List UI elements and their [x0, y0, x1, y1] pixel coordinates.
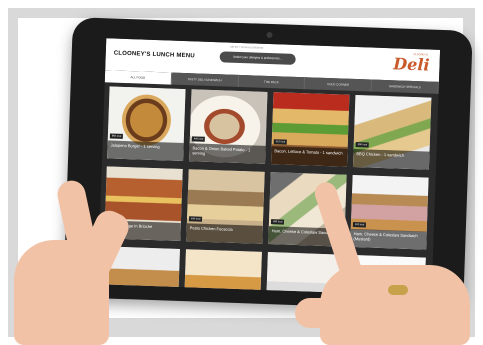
app-title: CLOONEY'S LUNCH MENU	[113, 50, 195, 60]
logo-script-text: Deli	[393, 54, 430, 75]
calorie-badge: 640 kcal	[188, 216, 203, 222]
front-camera	[266, 31, 273, 39]
right-hand	[290, 179, 483, 345]
food-photo	[183, 249, 262, 296]
allergen-caption: SELECT YOUR ALLERGENS	[230, 45, 264, 50]
item-caption: Bacon, Lettuce & Tomato - 1 sandwich	[270, 146, 348, 167]
item-caption: Jalapeno Burger - 1 serving	[107, 140, 184, 162]
tab-0[interactable]: ALL FOOD	[104, 70, 172, 85]
menu-item[interactable]: 390 kcal BBQ Chicken - 1 sandwich	[352, 95, 432, 170]
menu-item[interactable]	[183, 249, 262, 296]
menu-item[interactable]: 460 kcal Bacon & Onion Baked Potato - 1 s…	[189, 89, 268, 164]
menu-item[interactable]: 510 kcal Bacon, Lettuce & Tomato - 1 sand…	[270, 92, 350, 167]
calorie-badge: 510 kcal	[273, 139, 288, 145]
item-caption: BBQ Chicken - 1 sandwich	[352, 148, 430, 170]
calorie-badge: 850 kcal	[109, 133, 124, 139]
menu-item[interactable]: 850 kcal Jalapeno Burger - 1 serving	[107, 86, 186, 162]
tab-3[interactable]: COLD CORNER	[305, 77, 373, 92]
tab-2[interactable]: THE PACK	[238, 74, 306, 90]
calorie-badge: 480 kcal	[270, 219, 285, 225]
tab-1[interactable]: TASTY DELI SANDWICH	[171, 72, 239, 87]
item-caption: Pesto Chicken Focaccia	[186, 223, 263, 244]
calorie-badge: 390 kcal	[355, 142, 370, 148]
item-caption: Bacon & Onion Baked Potato - 1 serving	[189, 143, 266, 164]
tab-4[interactable]: SANDWICH SPECIALS	[371, 79, 439, 94]
deli-logo: CLOONEY'S Deli	[387, 52, 430, 77]
menu-item[interactable]: 640 kcal Pesto Chicken Focaccia	[186, 169, 265, 244]
allergen-selector[interactable]: Select your allergies & preferences...	[219, 51, 296, 65]
ring	[388, 285, 408, 295]
left-hand	[14, 178, 134, 345]
calorie-badge: 460 kcal	[191, 136, 206, 142]
